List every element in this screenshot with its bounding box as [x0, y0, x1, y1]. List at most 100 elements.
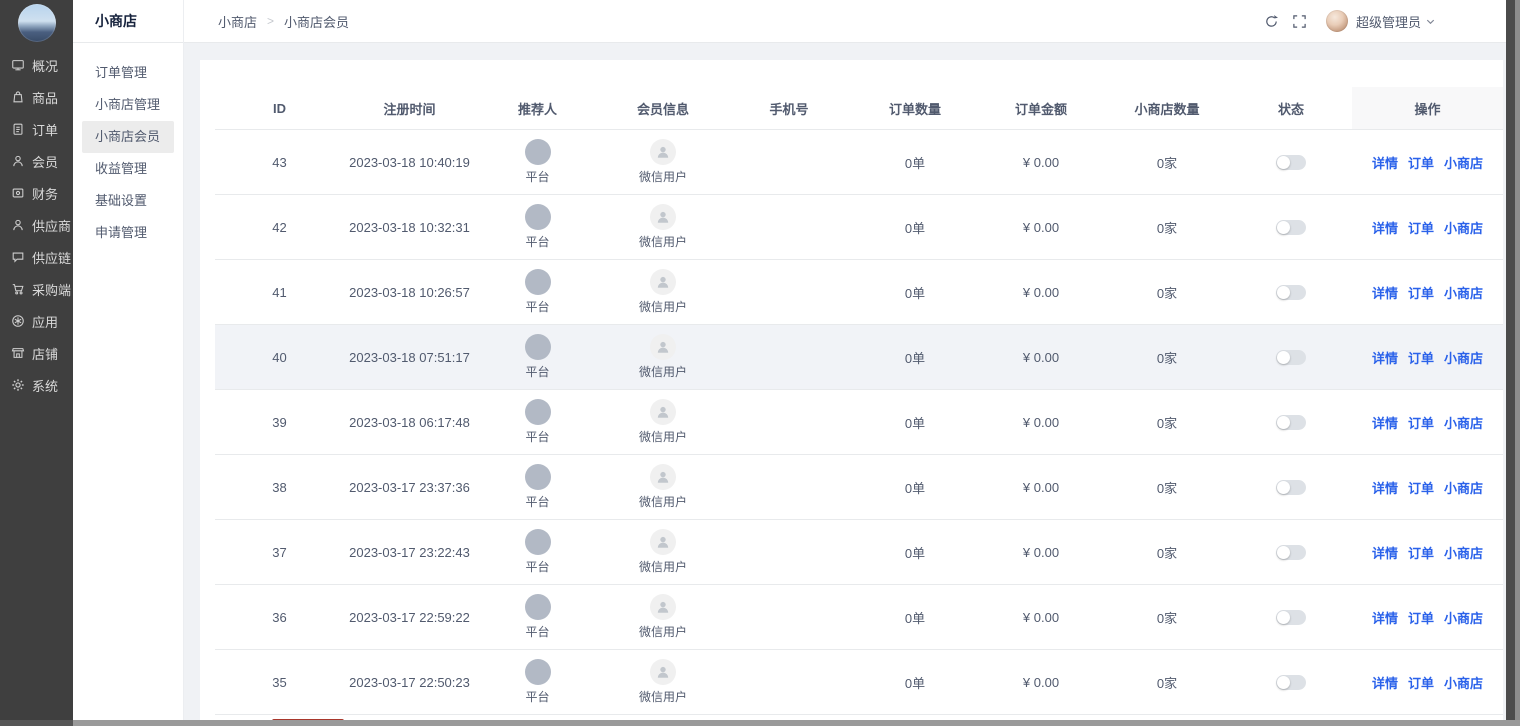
action-order-link[interactable]: 订单: [1408, 413, 1434, 432]
action-shop-link[interactable]: 小商店: [1444, 543, 1483, 562]
cell-phone: [726, 260, 852, 324]
cell-id: 38: [215, 455, 344, 519]
member-label: 微信用户: [639, 298, 687, 315]
brand-logo: [18, 4, 56, 42]
action-detail-link[interactable]: 详情: [1372, 608, 1398, 627]
cell-register-time: 2023-03-17 22:59:22: [344, 585, 475, 649]
action-detail-link[interactable]: 详情: [1372, 543, 1398, 562]
cell-actions: 详情 订单 小商店: [1352, 130, 1503, 194]
referrer-label: 平台: [525, 298, 549, 315]
rail-item-3[interactable]: 订单: [0, 113, 73, 145]
rail-item-1[interactable]: 概况: [0, 49, 73, 81]
cell-order-amount: ¥ 0.00: [978, 130, 1104, 194]
submenu-item-5[interactable]: 基础设置: [73, 185, 183, 217]
column-header-5: 手机号: [726, 87, 852, 129]
submenu-title: 小商店: [73, 0, 183, 43]
member-avatar: [650, 204, 676, 230]
rail-item-7[interactable]: 供应链: [0, 241, 73, 273]
action-order-link[interactable]: 订单: [1408, 478, 1434, 497]
bag-icon: [11, 90, 25, 104]
action-detail-link[interactable]: 详情: [1372, 153, 1398, 172]
rail-item-9[interactable]: 应用: [0, 305, 73, 337]
app-window: 概况 商品 订单 会员 财务 供应商 供应链 采购端 应用 店铺 系统 小商店 …: [0, 0, 1520, 726]
user-avatar[interactable]: [1326, 10, 1348, 32]
submenu-item-1[interactable]: 订单管理: [73, 57, 183, 89]
action-shop-link[interactable]: 小商店: [1444, 478, 1483, 497]
rail-item-11[interactable]: 系统: [0, 369, 73, 401]
submenu-item-4[interactable]: 收益管理: [73, 153, 183, 185]
cell-order-amount: ¥ 0.00: [978, 585, 1104, 649]
cell-phone: [726, 585, 852, 649]
action-order-link[interactable]: 订单: [1408, 608, 1434, 627]
referrer-label: 平台: [525, 168, 549, 185]
action-order-link[interactable]: 订单: [1408, 673, 1434, 692]
user-menu[interactable]: 超级管理员: [1356, 12, 1436, 31]
member-label: 微信用户: [639, 558, 687, 575]
status-toggle[interactable]: [1276, 480, 1306, 495]
status-toggle[interactable]: [1276, 415, 1306, 430]
referrer-avatar: [525, 139, 551, 165]
table-header: ID注册时间推荐人会员信息手机号订单数量订单金额小商店数量状态操作: [215, 87, 1503, 130]
action-shop-link[interactable]: 小商店: [1444, 218, 1483, 237]
referrer-avatar: [525, 464, 551, 490]
member-avatar: [650, 594, 676, 620]
column-header-4: 会员信息: [600, 87, 726, 129]
rail-item-10[interactable]: 店铺: [0, 337, 73, 369]
breadcrumb-item-root[interactable]: 小商店: [218, 12, 257, 31]
cell-shop-count: 0家: [1104, 585, 1230, 649]
rail-item-4[interactable]: 会员: [0, 145, 73, 177]
action-detail-link[interactable]: 详情: [1372, 673, 1398, 692]
submenu-panel: 小商店 订单管理小商店管理小商店会员收益管理基础设置申请管理: [73, 0, 184, 726]
referrer-label: 平台: [525, 233, 549, 250]
cell-actions: 详情 订单 小商店: [1352, 195, 1503, 259]
action-order-link[interactable]: 订单: [1408, 218, 1434, 237]
action-shop-link[interactable]: 小商店: [1444, 608, 1483, 627]
member-label: 微信用户: [639, 363, 687, 380]
submenu-item-2[interactable]: 小商店管理: [73, 89, 183, 121]
action-order-link[interactable]: 订单: [1408, 283, 1434, 302]
rail-item-6[interactable]: 供应商: [0, 209, 73, 241]
action-shop-link[interactable]: 小商店: [1444, 153, 1483, 172]
table-row: 40 2023-03-18 07:51:17 平台 微信用户 0单 ¥ 0.00…: [215, 325, 1503, 390]
status-toggle[interactable]: [1276, 610, 1306, 625]
action-shop-link[interactable]: 小商店: [1444, 673, 1483, 692]
cell-id: 42: [215, 195, 344, 259]
action-detail-link[interactable]: 详情: [1372, 348, 1398, 367]
action-detail-link[interactable]: 详情: [1372, 478, 1398, 497]
rail-item-2[interactable]: 商品: [0, 81, 73, 113]
cell-status: [1230, 585, 1352, 649]
action-detail-link[interactable]: 详情: [1372, 413, 1398, 432]
action-order-link[interactable]: 订单: [1408, 348, 1434, 367]
action-order-link[interactable]: 订单: [1408, 543, 1434, 562]
cell-shop-count: 0家: [1104, 325, 1230, 389]
member-avatar: [650, 334, 676, 360]
refresh-icon[interactable]: [1258, 7, 1286, 35]
fullscreen-icon[interactable]: [1286, 7, 1314, 35]
member-label: 微信用户: [639, 428, 687, 445]
rail-item-8[interactable]: 采购端: [0, 273, 73, 305]
status-toggle[interactable]: [1276, 350, 1306, 365]
submenu-item-6[interactable]: 申请管理: [73, 217, 183, 249]
cell-id: 35: [215, 650, 344, 714]
rail-item-5[interactable]: 财务: [0, 177, 73, 209]
vertical-scrollbar[interactable]: [1506, 0, 1515, 726]
action-order-link[interactable]: 订单: [1408, 153, 1434, 172]
action-shop-link[interactable]: 小商店: [1444, 348, 1483, 367]
status-toggle[interactable]: [1276, 220, 1306, 235]
action-shop-link[interactable]: 小商店: [1444, 413, 1483, 432]
status-toggle[interactable]: [1276, 545, 1306, 560]
horizontal-scrollbar[interactable]: [0, 720, 1520, 726]
cell-member-info: 微信用户: [600, 520, 726, 584]
status-toggle[interactable]: [1276, 155, 1306, 170]
cell-order-count: 0单: [852, 455, 978, 519]
submenu-item-3[interactable]: 小商店会员: [82, 121, 174, 153]
action-detail-link[interactable]: 详情: [1372, 218, 1398, 237]
status-toggle[interactable]: [1276, 675, 1306, 690]
action-detail-link[interactable]: 详情: [1372, 283, 1398, 302]
cell-actions: 详情 订单 小商店: [1352, 455, 1503, 519]
table-row: 39 2023-03-18 06:17:48 平台 微信用户 0单 ¥ 0.00…: [215, 390, 1503, 455]
action-shop-link[interactable]: 小商店: [1444, 283, 1483, 302]
cell-status: [1230, 650, 1352, 714]
cell-order-count: 0单: [852, 260, 978, 324]
status-toggle[interactable]: [1276, 285, 1306, 300]
